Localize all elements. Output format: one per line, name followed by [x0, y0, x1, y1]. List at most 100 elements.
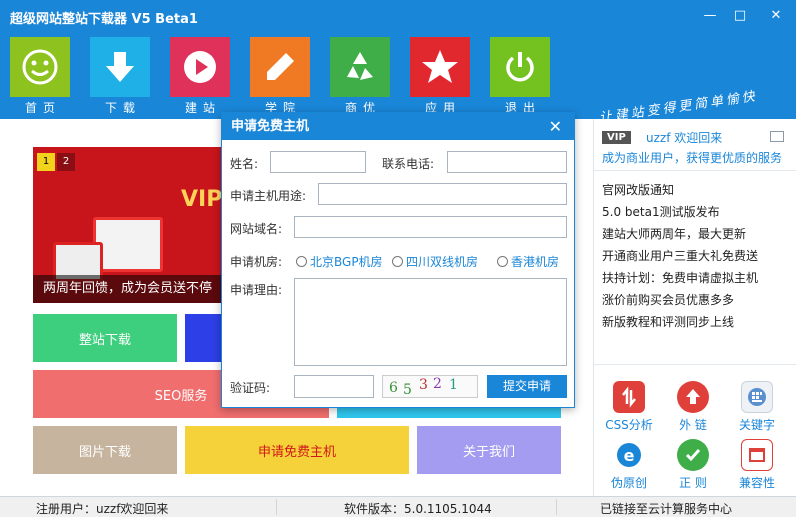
captcha-char: 2 [433, 376, 442, 392]
reason-label: 申请理由: [230, 283, 283, 297]
captcha-char: 5 [403, 382, 412, 398]
purpose-input[interactable] [318, 183, 567, 205]
news-item[interactable]: 开通商业用户三重大礼免费送 [602, 245, 758, 267]
captcha-image[interactable]: 6 5 3 2 1 [382, 375, 478, 398]
upload-link-icon [677, 381, 709, 413]
toolbar-label: 应用 [424, 101, 461, 113]
status-divider [276, 499, 277, 515]
captcha-char: 1 [449, 377, 458, 393]
download-icon [90, 37, 150, 97]
compatibility-tool[interactable]: 兼容性 [732, 439, 782, 495]
status-bar: 注册用户：uzzf欢迎回来 软件版本：5.0.1105.1044 已链接至云计算… [0, 496, 796, 517]
news-item[interactable]: 扶持计划：免费申请虚拟主机 [602, 267, 758, 289]
name-input[interactable] [270, 151, 366, 173]
dialog-close-icon[interactable]: ✕ [549, 113, 562, 140]
captcha-char: 6 [389, 380, 398, 396]
phone-input[interactable] [447, 151, 567, 173]
submit-button[interactable]: 提交申请 [487, 375, 567, 398]
news-item[interactable]: 5.0 beta1测试版发布 [602, 201, 758, 223]
compat-icon [741, 439, 773, 471]
news-item[interactable]: 官网改版通知 [602, 179, 758, 201]
toolbar-home[interactable]: 首页 [10, 37, 70, 115]
toolbar-build[interactable]: 建站 [170, 37, 230, 115]
quick-label: 外 链 [679, 418, 707, 432]
purpose-label: 申请主机用途: [230, 189, 307, 203]
quick-label: 伪原创 [610, 476, 647, 490]
keyword-icon [741, 381, 773, 413]
banner-pager: 1 2 [37, 153, 77, 171]
captcha-label: 验证码: [230, 381, 271, 395]
about-tile[interactable]: 关于我们 [417, 426, 561, 474]
vip-badge: VIP [602, 131, 631, 144]
name-label: 姓名: [230, 157, 259, 171]
regex-tool[interactable]: 正 则 [668, 439, 718, 495]
star-icon [410, 37, 470, 97]
banner-vip-text: VIP [181, 187, 223, 212]
dialog-header: 申请免费主机 ✕ [222, 113, 574, 140]
banner-page-1[interactable]: 1 [37, 153, 55, 171]
toolbar-exit[interactable]: 退出 [490, 37, 550, 115]
recycle-icon [330, 37, 390, 97]
toolbar-label: 退出 [504, 101, 541, 113]
banner-page-2[interactable]: 2 [57, 153, 75, 171]
toolbar-label: 首页 [24, 101, 61, 113]
toolbar-label: 商优 [344, 101, 381, 113]
divider [594, 364, 796, 365]
reason-textarea[interactable] [294, 278, 567, 366]
keyword-tool[interactable]: 关键字 [732, 381, 782, 437]
regex-icon [677, 439, 709, 471]
captcha-char: 3 [419, 377, 428, 393]
status-version: 软件版本：5.0.1105.1044 [344, 502, 492, 516]
toolbar-label: 下载 [104, 101, 141, 113]
radio-circle [497, 256, 508, 267]
quick-label: CSS分析 [605, 418, 653, 432]
toolbar-download[interactable]: 下载 [90, 37, 150, 115]
free-host-dialog: 申请免费主机 ✕ 姓名: 联系电话: 申请主机用途: 网站域名: 申请机房: 北… [221, 112, 575, 408]
smile-icon [10, 37, 70, 97]
domain-label: 网站域名: [230, 222, 283, 236]
power-icon [490, 37, 550, 97]
svg-text:e: e [624, 446, 635, 465]
captcha-input[interactable] [294, 375, 374, 398]
main-toolbar: 首页 下载 建站 学院 商优 应用 退出 让建站变得更简单愉快 [0, 32, 796, 126]
image-download-tile[interactable]: 图片下载 [33, 426, 177, 474]
quick-label: 兼容性 [738, 476, 775, 490]
external-link-tool[interactable]: 外 链 [668, 381, 718, 437]
domain-input[interactable] [294, 216, 567, 238]
close-button[interactable]: ✕ [764, 6, 788, 26]
news-list: 官网改版通知 5.0 beta1测试版发布 建站大师两周年，最大更新 开通商业用… [602, 179, 758, 333]
room-option-hongkong[interactable]: 香港机房 [497, 253, 559, 270]
quick-label: 正 则 [679, 476, 707, 490]
promo-link[interactable]: 成为商业用户，获得更优质的服务 [602, 149, 782, 166]
app-title: 超级网站整站下载器 V5 Beta1 [10, 12, 198, 27]
dialog-title: 申请免费主机 [231, 119, 310, 134]
status-user: 注册用户：uzzf欢迎回来 [36, 502, 169, 516]
room-option-label: 四川双线机房 [406, 255, 479, 269]
quick-label: 关键字 [738, 418, 775, 432]
status-connection: 已链接至云计算服务中心 [600, 502, 733, 516]
free-host-tile[interactable]: 申请免费主机 [185, 426, 409, 474]
divider [594, 170, 796, 171]
news-item[interactable]: 涨价前购买会员优惠多多 [602, 289, 758, 311]
room-option-label: 北京BGP机房 [310, 255, 383, 269]
toolbar-business[interactable]: 商优 [330, 37, 390, 115]
css-analysis-tool[interactable]: CSS分析 [604, 381, 654, 437]
gift-box-image [93, 217, 163, 272]
pseudo-original-tool[interactable]: e 伪原创 [604, 439, 654, 495]
blue-tile[interactable] [185, 314, 225, 362]
toolbar-apps[interactable]: 应用 [410, 37, 470, 115]
play-icon [170, 37, 230, 97]
toolbar-label: 建站 [184, 101, 221, 113]
mail-icon[interactable] [770, 131, 784, 142]
toolbar-academy[interactable]: 学院 [250, 37, 310, 115]
news-item[interactable]: 建站大师两周年，最大更新 [602, 223, 758, 245]
room-option-beijing[interactable]: 北京BGP机房 [296, 253, 383, 270]
phone-label: 联系电话: [382, 157, 435, 171]
minimize-button[interactable]: — [698, 6, 722, 26]
room-label: 申请机房: [230, 255, 283, 269]
site-download-tile[interactable]: 整站下载 [33, 314, 177, 362]
news-item[interactable]: 新版教程和评测同步上线 [602, 311, 758, 333]
room-option-sichuan[interactable]: 四川双线机房 [392, 253, 478, 270]
maximize-button[interactable]: □ [728, 6, 752, 26]
radio-circle [392, 256, 403, 267]
